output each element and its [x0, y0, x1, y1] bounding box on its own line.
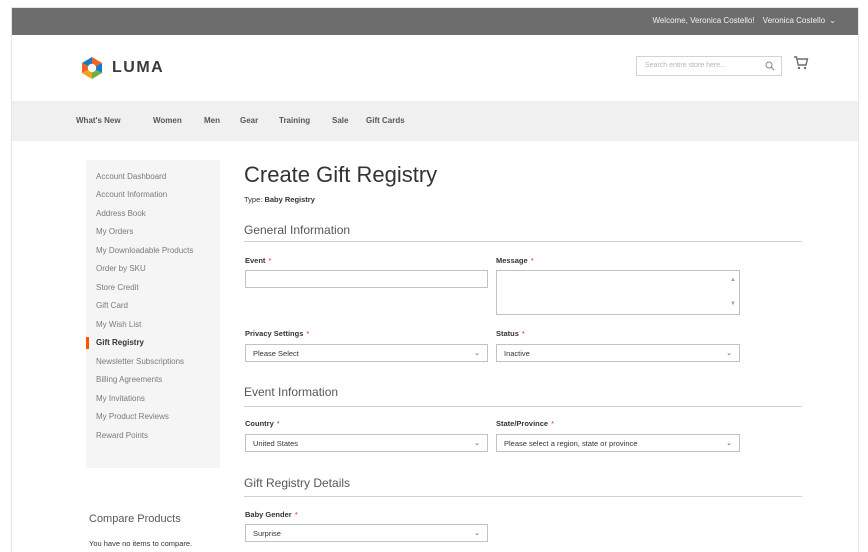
privacy-settings-select[interactable]: Please Select ⌄: [245, 344, 488, 362]
required-marker: *: [294, 510, 298, 519]
state-province-label: State/Province *: [496, 419, 554, 428]
baby-gender-label-text: Baby Gender: [245, 510, 292, 519]
main-content: Create Gift Registry Type: Baby Registry…: [244, 8, 804, 552]
message-textarea[interactable]: ▲ ▼: [496, 270, 740, 315]
country-value: United States: [253, 439, 299, 448]
page-title: Create Gift Registry: [244, 162, 438, 187]
section-general-information: General Information: [244, 223, 351, 237]
sidebar-item-my-product-reviews[interactable]: My Product Reviews: [96, 412, 169, 421]
compare-products-title: Compare Products: [89, 513, 181, 525]
state-province-label-text: State/Province: [496, 419, 549, 428]
sidebar-item-account-dashboard[interactable]: Account Dashboard: [96, 172, 166, 181]
sidebar-item-account-information[interactable]: Account Information: [96, 190, 167, 199]
country-label: Country *: [245, 419, 280, 428]
privacy-settings-label-text: Privacy Settings: [245, 329, 304, 338]
sidebar-item-gift-card[interactable]: Gift Card: [96, 301, 128, 310]
status-label: Status *: [496, 329, 525, 338]
section-divider: [244, 496, 802, 497]
baby-gender-value: Surprise: [253, 529, 281, 538]
message-label: Message *: [496, 256, 534, 265]
required-marker: *: [276, 419, 280, 428]
section-divider: [244, 241, 802, 242]
status-select[interactable]: Inactive ⌄: [496, 344, 740, 362]
chevron-down-icon: ⌄: [726, 440, 732, 447]
nav-item-men[interactable]: Men: [204, 116, 220, 125]
sidebar-item-my-orders[interactable]: My Orders: [96, 227, 133, 236]
chevron-down-icon: ⌄: [474, 530, 480, 537]
privacy-settings-value: Please Select: [253, 349, 299, 358]
section-divider: [244, 406, 802, 407]
baby-gender-select[interactable]: Surprise ⌄: [245, 524, 488, 542]
event-label: Event *: [245, 256, 271, 265]
browser-page: Welcome, Veronica Costello! Veronica Cos…: [12, 8, 858, 552]
registry-type-label: Type:: [244, 195, 263, 204]
required-marker: *: [521, 329, 525, 338]
country-label-text: Country: [245, 419, 274, 428]
country-select[interactable]: United States ⌄: [245, 434, 488, 452]
status-label-text: Status: [496, 329, 519, 338]
sidebar-item-my-wish-list[interactable]: My Wish List: [96, 320, 141, 329]
chevron-down-icon: ⌄: [726, 350, 732, 357]
sidebar-item-store-credit[interactable]: Store Credit: [96, 283, 139, 292]
required-marker: *: [530, 256, 534, 265]
nav-item-women[interactable]: Women: [153, 116, 182, 125]
state-province-select[interactable]: Please select a region, state or provinc…: [496, 434, 740, 452]
sidebar-item-my-downloadable-products[interactable]: My Downloadable Products: [96, 246, 193, 255]
sidebar-item-gift-registry[interactable]: Gift Registry: [96, 338, 144, 347]
privacy-settings-label: Privacy Settings *: [245, 329, 309, 338]
luma-logo-icon: [82, 57, 102, 79]
sidebar-item-billing-agreements[interactable]: Billing Agreements: [96, 375, 162, 384]
event-label-text: Event: [245, 256, 266, 265]
message-label-text: Message: [496, 256, 528, 265]
chevron-down-icon: ⌄: [829, 16, 836, 25]
sidebar-item-newsletter-subscriptions[interactable]: Newsletter Subscriptions: [96, 357, 184, 366]
nav-item-whats-new[interactable]: What's New: [76, 116, 121, 125]
sidebar-item-reward-points[interactable]: Reward Points: [96, 431, 148, 440]
scroll-up-icon: ▲: [730, 277, 736, 283]
sidebar-item-address-book[interactable]: Address Book: [96, 209, 146, 218]
scroll-down-icon: ▼: [730, 301, 736, 307]
event-input[interactable]: [245, 270, 488, 288]
active-indicator: [86, 337, 89, 349]
sidebar-item-order-by-sku[interactable]: Order by SKU: [96, 264, 146, 273]
logo-text: LUMA: [112, 59, 165, 76]
registry-type-value: Baby Registry: [264, 195, 315, 204]
chevron-down-icon: ⌄: [474, 440, 480, 447]
state-province-value: Please select a region, state or provinc…: [504, 439, 638, 448]
required-marker: *: [306, 329, 310, 338]
required-marker: *: [551, 419, 555, 428]
required-marker: *: [268, 256, 272, 265]
account-sidebar: Account Dashboard Account Information Ad…: [86, 160, 220, 468]
store-logo[interactable]: LUMA: [80, 56, 164, 80]
status-value: Inactive: [504, 349, 530, 358]
compare-products-empty-text: You have no items to compare.: [89, 539, 193, 548]
sidebar-item-my-invitations[interactable]: My Invitations: [96, 394, 145, 403]
registry-type: Type: Baby Registry: [244, 195, 315, 204]
baby-gender-label: Baby Gender *: [245, 510, 298, 519]
section-gift-registry-details: Gift Registry Details: [244, 476, 351, 490]
chevron-down-icon: ⌄: [474, 350, 480, 357]
section-event-information: Event Information: [244, 385, 339, 399]
